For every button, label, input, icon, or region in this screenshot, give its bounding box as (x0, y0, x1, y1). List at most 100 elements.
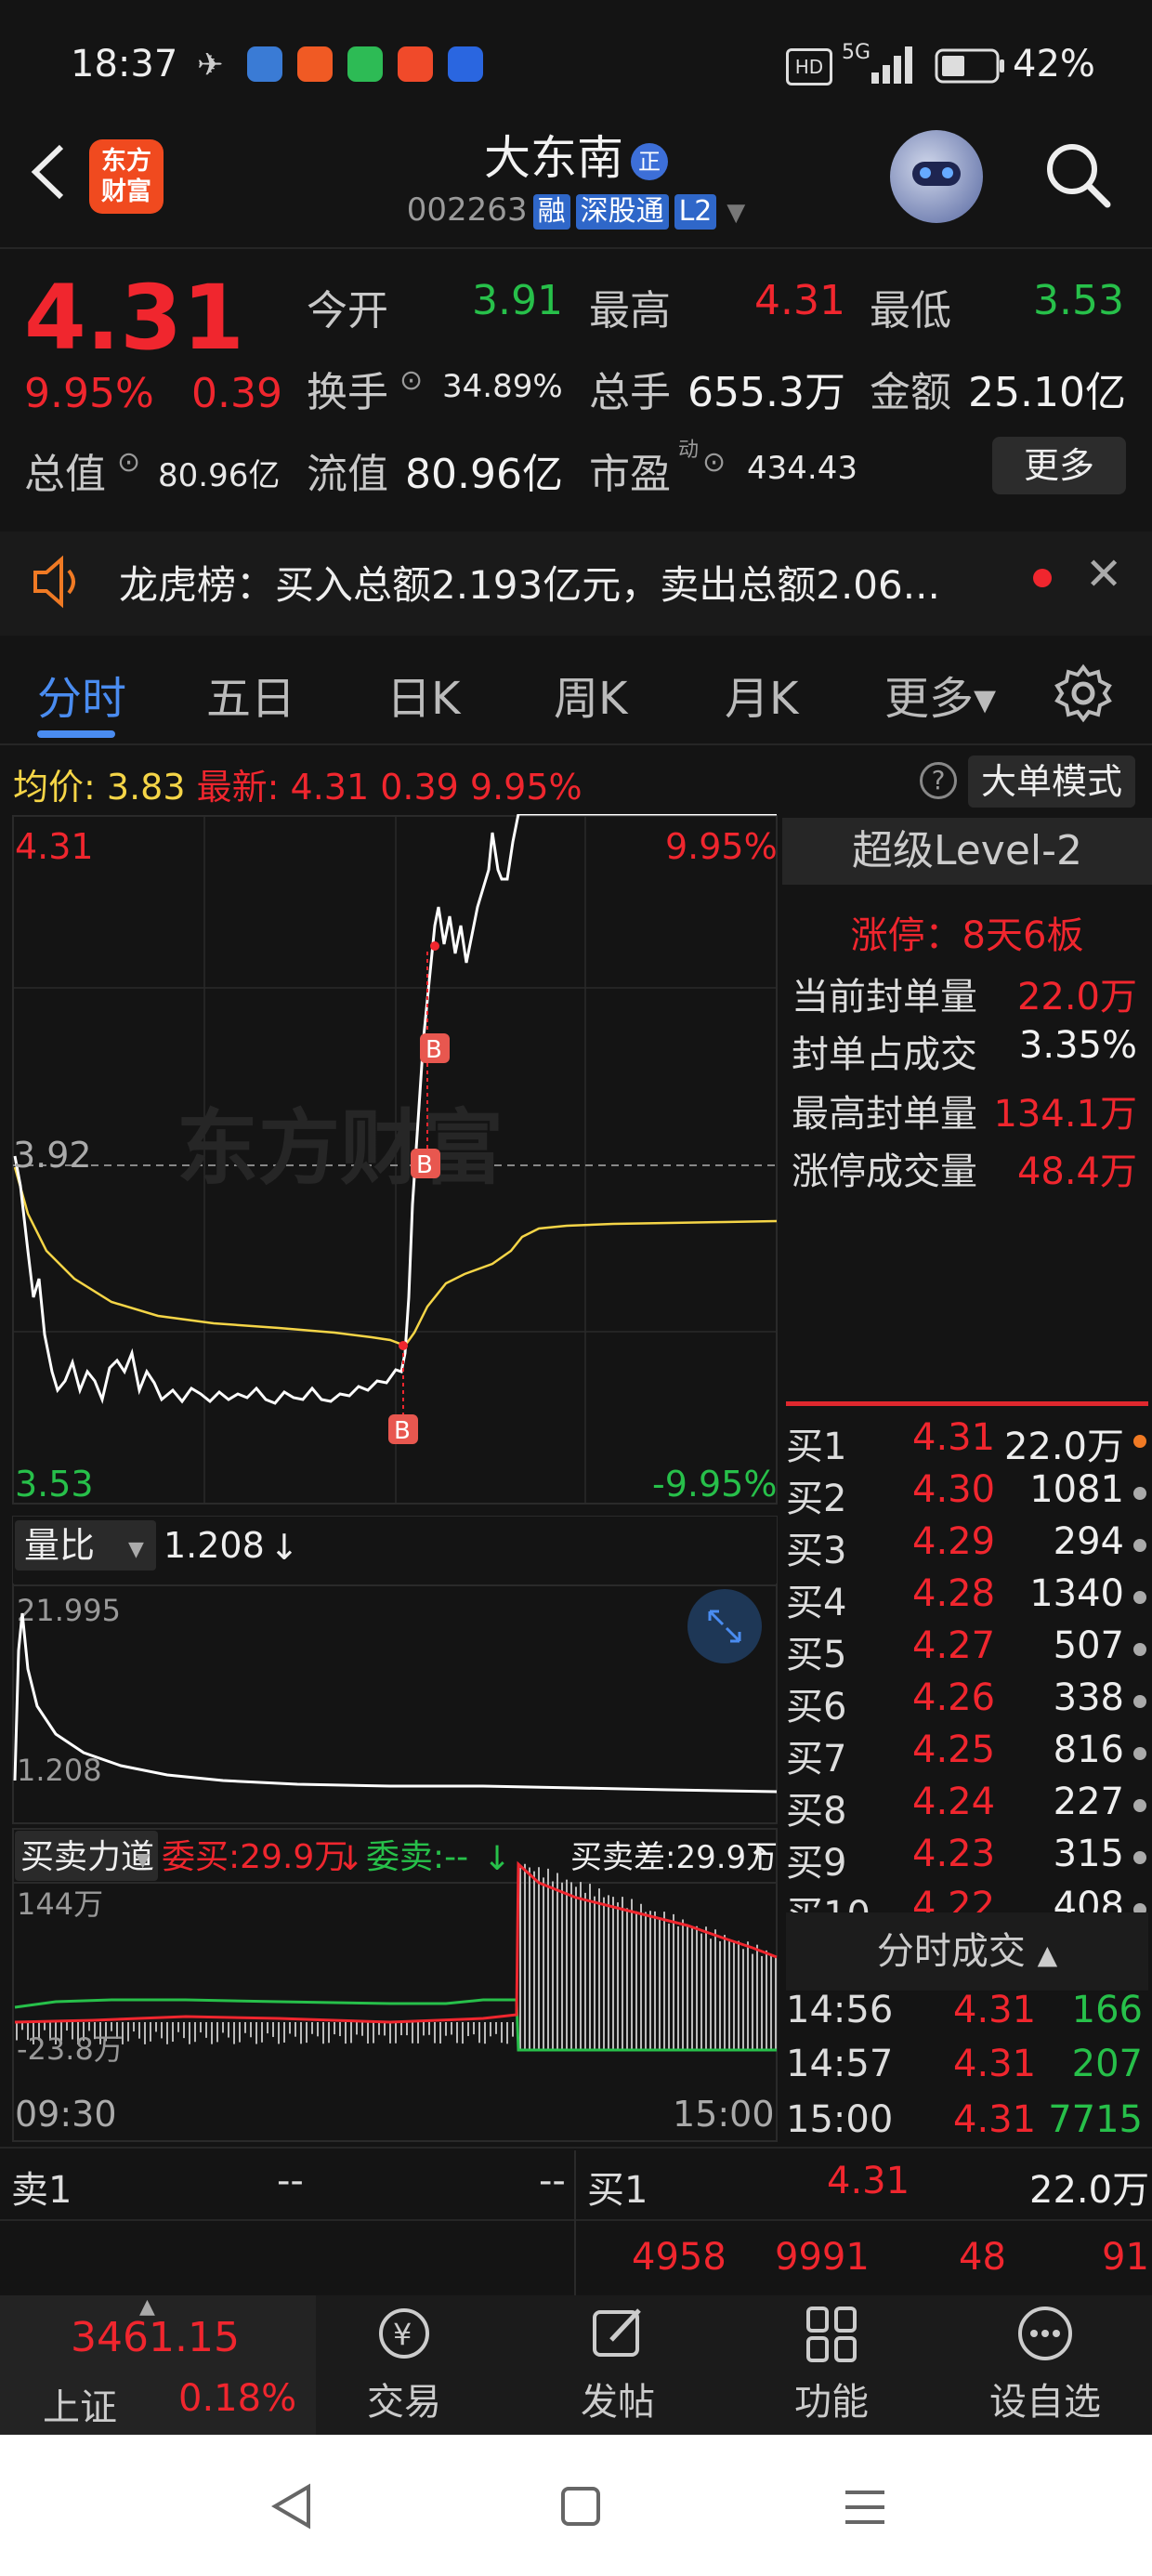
buysell-bottom-axis: -23.8万 (17, 2031, 124, 2067)
nav-add-watchlist[interactable]: 设自选 (975, 2303, 1115, 2425)
settings-icon[interactable] (1054, 664, 1113, 723)
axis-bottom-percent: -9.95% (652, 1464, 777, 1505)
tab-five-day[interactable]: 五日 (206, 662, 295, 727)
level2-row: 封单占成交 3.35% (792, 1024, 1137, 1076)
info-icon[interactable]: ⊙ (117, 446, 140, 479)
more-button[interactable]: 更多 (992, 437, 1126, 494)
buy1-label: 买1 (587, 2169, 648, 2212)
buy1-price: 4.31 (827, 2160, 910, 2202)
trade-icon: ¥ (379, 2308, 429, 2359)
mktcap-value: 80.96亿 (158, 457, 281, 494)
app-notification-icon (247, 46, 282, 82)
svg-text:¥: ¥ (393, 2317, 412, 2352)
big-order-mode-button[interactable]: 大单模式 (968, 756, 1135, 808)
level2-row: 当前封单量 22.0万 (792, 976, 1137, 1019)
float-label: 流值 (307, 451, 388, 498)
stat-value: 4958 (632, 2236, 727, 2279)
hd-icon: HD (786, 48, 832, 85)
volume-value: 655.3万 (687, 369, 845, 416)
buy-marker[interactable]: B (411, 1149, 440, 1179)
info-icon[interactable]: ⊙ (702, 446, 726, 479)
svg-text:▼: ▼ (128, 1538, 144, 1561)
axis-mid-price: 3.92 (13, 1135, 92, 1176)
nav-function[interactable]: 功能 (762, 2303, 901, 2425)
order-stats-row: 4958 9991 48 91 (0, 2221, 1152, 2297)
level2-title[interactable]: 超级Level-2 (782, 818, 1152, 885)
back-nav-icon[interactable] (269, 2483, 316, 2530)
svg-text:B: B (416, 1151, 433, 1179)
bid-row: 买2 4.30 1081 (786, 1468, 1148, 1520)
chart-tabs: 分时 五日 日K 周K 月K 更多▾ (0, 641, 1152, 743)
search-icon[interactable] (1041, 138, 1115, 212)
low-label: 最低 (870, 287, 951, 335)
expand-icon[interactable] (687, 1589, 762, 1663)
buy-marker[interactable]: B (388, 1414, 418, 1445)
home-nav-icon[interactable] (559, 2485, 602, 2528)
bid-row: 买8 4.24 227 (786, 1781, 1148, 1833)
notice-text[interactable]: 龙虎榜：买入总额2.193亿元，卖出总额2.06... (119, 554, 940, 611)
turnover-value: 34.89% (442, 368, 563, 405)
intraday-chart[interactable]: 东方财富 B B B 4.31 9.95% 3.92 3.53 -9.95% 量… (0, 814, 780, 2145)
close-icon[interactable]: ✕ (1085, 548, 1122, 600)
stat-value: 9991 (775, 2236, 870, 2279)
battery-level: 42% (1013, 43, 1095, 85)
pe-superscript: 动 (678, 439, 700, 462)
latest-value: 4.31 (290, 767, 370, 808)
latest-percent: 9.95% (469, 767, 583, 808)
stock-subtitle[interactable]: 002263 融深股通 L2 ▼ (0, 191, 1152, 230)
bid-row: 买9 4.23 315 (786, 1833, 1148, 1885)
level2-tag: L2 (674, 194, 717, 230)
message-notification-icon (347, 46, 383, 82)
high-value: 4.31 (754, 277, 845, 324)
tab-weekly-k[interactable]: 周K (554, 662, 627, 727)
tab-intraday[interactable]: 分时 (37, 662, 126, 727)
volume-ratio-value: 1.208 (164, 1525, 265, 1566)
menu-nav-icon[interactable] (842, 2487, 888, 2528)
index-ticker[interactable]: ▲ 3461.15 上证 0.18% (0, 2295, 316, 2435)
assistant-avatar[interactable] (890, 130, 983, 223)
sell1-price: -- (277, 2160, 304, 2202)
stat-value: 48 (959, 2236, 1006, 2279)
index-percent: 0.18% (178, 2377, 297, 2420)
amount-value: 25.10亿 (968, 369, 1126, 416)
axis-bottom-price: 3.53 (15, 1464, 94, 1505)
axis-top-price: 4.31 (15, 826, 94, 867)
svg-text:B: B (425, 1036, 442, 1064)
chart-info-line: 均价: 3.83 最新: 4.31 0.39 9.95% (13, 758, 583, 809)
divider (786, 1401, 1148, 1406)
tab-monthly-k[interactable]: 月K (725, 662, 798, 727)
buysell-force-label: 买卖力道 (20, 1838, 154, 1876)
buy-marker[interactable]: B (420, 1033, 450, 1064)
divider (0, 247, 1152, 249)
bid-row: 买7 4.25 816 (786, 1728, 1148, 1781)
tab-daily-k[interactable]: 日K (386, 662, 460, 727)
high-label: 最高 (589, 287, 671, 335)
tab-more[interactable]: 更多▾ (884, 662, 996, 727)
connect-tag: 深股通 (575, 194, 669, 230)
buysell-top-axis: 144万 (17, 1886, 103, 1922)
bid-row: 买5 4.27 507 (786, 1624, 1148, 1676)
app-notification-icon (297, 46, 333, 82)
volume-label: 总手 (589, 369, 671, 416)
help-icon[interactable]: ? (920, 762, 957, 799)
sell1-label: 卖1 (11, 2169, 72, 2212)
bid-row: 买6 4.26 338 (786, 1676, 1148, 1728)
divider (0, 743, 1152, 745)
info-icon[interactable]: ⊙ (399, 364, 423, 397)
tick-title[interactable]: 分时成交 ▲ (786, 1912, 1148, 1991)
nav-trade[interactable]: ¥ 交易 (334, 2303, 474, 2425)
svg-text:▼: ▼ (136, 1848, 151, 1871)
float-value: 80.96亿 (405, 451, 563, 498)
bid-row: 买4 4.28 1340 (786, 1572, 1148, 1624)
post-icon (593, 2308, 641, 2357)
nav-post[interactable]: 发帖 (548, 2303, 687, 2425)
bid-book[interactable]: 买1 4.31 22.0万 买2 4.30 1081 买3 4.29 294 买4 4.28 1… (780, 1416, 1152, 1912)
notification-icon: ✈ (197, 46, 224, 84)
video-notification-icon (398, 46, 433, 82)
avg-value: 3.83 (106, 767, 186, 808)
add-watchlist-icon (1018, 2307, 1072, 2360)
tab-active-indicator (37, 730, 115, 738)
speaker-icon (33, 555, 75, 609)
pe-label: 市盈 (589, 451, 671, 498)
sell1-qty: -- (539, 2160, 566, 2202)
